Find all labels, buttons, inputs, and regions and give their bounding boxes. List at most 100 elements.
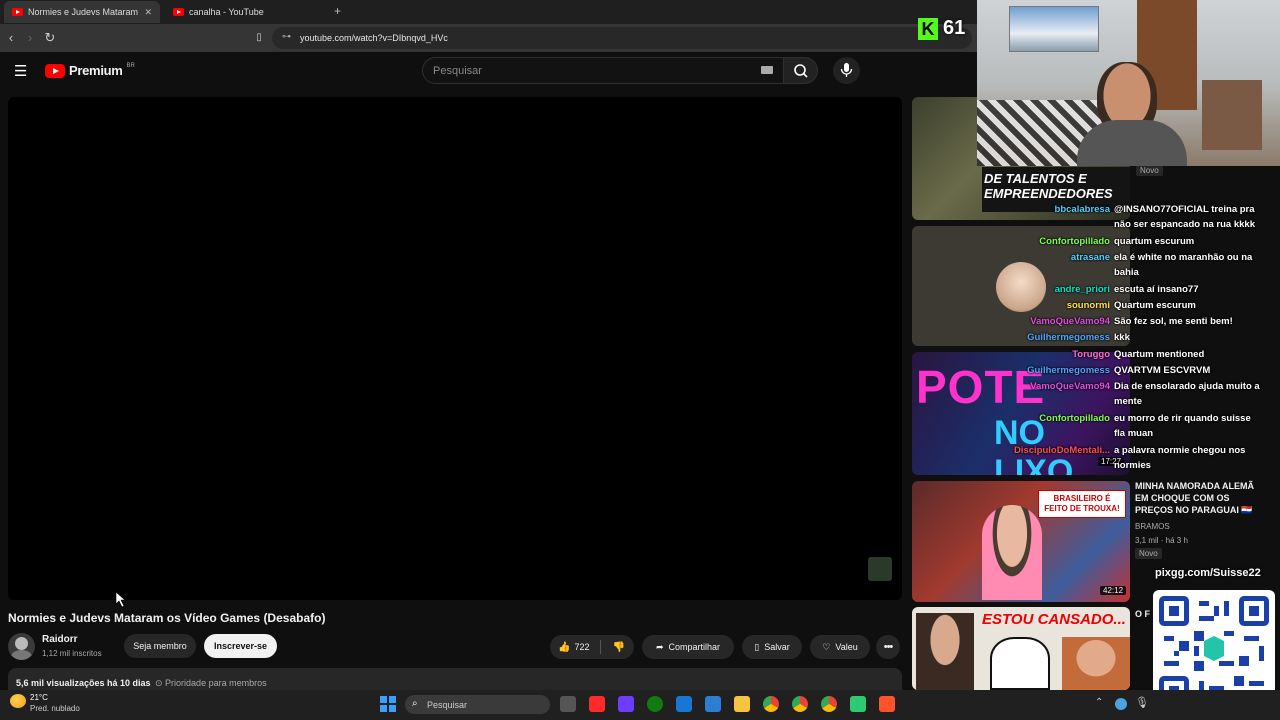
mail-app-icon[interactable]	[705, 696, 721, 712]
chat-message: Dia de ensolarado ajuda muito a mente	[1114, 381, 1260, 407]
voice-search-button[interactable]	[833, 57, 860, 84]
channel-avatar[interactable]	[8, 633, 35, 660]
tray-app-icon[interactable]	[1115, 698, 1127, 710]
search-icon: ⌕	[412, 698, 418, 709]
menu-icon[interactable]: ☰	[14, 62, 27, 80]
sidebar-video-title[interactable]: O F	[1135, 609, 1150, 619]
address-bar[interactable]: ⊶ youtube.com/watch?v=DIbnqvd_HVc	[272, 27, 972, 49]
chat-username: Confortopillado	[1039, 236, 1110, 247]
sidebar-video-meta: 3,1 mil · há 3 h	[1135, 536, 1188, 545]
join-button[interactable]: Seja membro	[124, 634, 196, 658]
sidebar-video-title[interactable]: MINHA NAMORADA ALEMÃ EM CHOQUE COM OS PR…	[1135, 480, 1260, 516]
wall-poster	[1009, 6, 1099, 52]
thumbnail-caption: ESTOU CANSADO...	[982, 611, 1126, 628]
sidebar-video-thumbnail[interactable]: BRASILEIRO É FEITO DE TROUXA! 42:12	[912, 481, 1130, 602]
like-button[interactable]: 👍 722	[558, 642, 589, 653]
tab-label: canalha - YouTube	[189, 7, 264, 17]
tab-normies[interactable]: Normies e Judevs Mataram os V ✕	[4, 1, 160, 23]
bookmark-icon[interactable]: ▯	[250, 29, 268, 47]
weather-temperature[interactable]: 21°C	[30, 693, 48, 702]
chat-message: São fez sol, me senti bem!	[1114, 316, 1233, 327]
microphone-icon	[840, 63, 853, 77]
vpn-app-icon[interactable]	[618, 696, 634, 712]
chat-app-icon[interactable]	[850, 696, 866, 712]
file-explorer-icon[interactable]	[734, 696, 750, 712]
chat-username: DiscipuloDoMentali...	[1013, 445, 1110, 456]
priority-text: Prioridade para membros	[165, 678, 267, 688]
chat-message: a palavra normie chegou nos normies	[1114, 445, 1246, 471]
save-button[interactable]: ▯ Salvar	[742, 635, 802, 659]
kick-logo-icon: K	[918, 18, 938, 40]
chat-username: VamoQueVamo94	[1030, 316, 1110, 327]
url-text: youtube.com/watch?v=DIbnqvd_HVc	[300, 33, 448, 43]
share-icon: ➦	[655, 641, 664, 652]
pix-donation-link: pixgg.com/Suisse22	[1155, 567, 1261, 579]
person-figure	[1062, 637, 1130, 690]
search-button[interactable]	[784, 57, 818, 84]
close-tab-icon[interactable]: ✕	[144, 7, 152, 18]
chrome-profile-icon[interactable]	[792, 696, 808, 712]
task-view-icon[interactable]	[560, 696, 576, 712]
search-placeholder: Pesquisar	[433, 64, 482, 77]
tray-chevron-icon[interactable]: ⌃	[1095, 697, 1103, 708]
browser-toolbar: ‹ › ↻ ▯ ⊶ youtube.com/watch?v=DIbnqvd_HV…	[0, 24, 980, 52]
thumbs-up-icon: 👍	[558, 641, 571, 653]
mouse-cursor-icon	[115, 592, 126, 608]
brave-browser-icon[interactable]	[879, 696, 895, 712]
youtube-header: ☰ Premium BR Pesquisar	[0, 52, 980, 92]
webcam-overlay	[977, 0, 1280, 166]
thumbs-down-icon: 👎	[612, 641, 625, 653]
share-button[interactable]: ➦ Compartilhar	[642, 635, 734, 659]
video-duration: 42:12	[1100, 586, 1127, 595]
share-label: Compartilhar	[668, 642, 721, 652]
brand-label: Premium	[69, 63, 123, 78]
reload-icon[interactable]: ↻	[41, 29, 59, 47]
thanks-heart-icon: ♡	[822, 641, 831, 652]
video-player[interactable]	[8, 97, 902, 600]
streamer-body	[1077, 120, 1187, 166]
weather-icon[interactable]	[10, 694, 26, 708]
chat-message: Quartum escurum	[1114, 300, 1196, 311]
upload-age: há 10 dias	[107, 678, 151, 688]
tab-canalha[interactable]: canalha - YouTube	[165, 1, 325, 23]
keyboard-icon[interactable]	[761, 66, 773, 74]
chat-message: kkk	[1114, 332, 1130, 343]
thanks-button[interactable]: ♡ Valeu	[810, 635, 870, 659]
chat-message: eu morro de rir quando suisse fla muan	[1114, 413, 1251, 439]
thumbnail-banner-text: DE TALENTOS E EMPREENDEDORES	[984, 171, 1113, 201]
chat-message: quartum escurum	[1114, 236, 1195, 247]
chat-username: sounormi	[1066, 300, 1110, 311]
chat-username: atrasane	[1070, 252, 1110, 263]
weather-condition[interactable]: Pred. nublado	[30, 704, 80, 713]
chat-username: Confortopillado	[1039, 413, 1110, 424]
tray-mic-icon[interactable]: 🎙	[1135, 696, 1149, 709]
taskbar-search-label: Pesquisar	[427, 699, 468, 710]
more-icon: •••	[883, 641, 894, 653]
channel-watermark-icon[interactable]	[868, 557, 892, 581]
description-box[interactable]: 5,6 mil visualizações há 10 dias ⊙ Prior…	[8, 668, 902, 690]
chat-username: Toruggo	[1072, 349, 1110, 360]
xbox-app-icon[interactable]	[647, 696, 663, 712]
back-icon[interactable]: ‹	[2, 29, 20, 47]
search-input[interactable]: Pesquisar	[422, 57, 784, 84]
priority-icon: ⊙	[155, 678, 166, 688]
sidebar-video-channel[interactable]: BRAMOS	[1135, 522, 1170, 531]
chrome-profile-2-icon[interactable]	[821, 696, 837, 712]
windows-start-icon[interactable]	[380, 696, 396, 712]
chrome-icon[interactable]	[763, 696, 779, 712]
sidebar-video-thumbnail[interactable]: ESTOU CANSADO...	[912, 607, 1130, 690]
channel-name[interactable]: Raidorr	[42, 634, 78, 645]
notes-app-icon[interactable]	[676, 696, 692, 712]
chat-username: Guilhermegomess	[1027, 332, 1110, 343]
youtube-app-icon[interactable]	[589, 696, 605, 712]
more-actions-button[interactable]: •••	[876, 635, 900, 659]
thumbnail-caption: BRASILEIRO É FEITO DE TROUXA!	[1038, 490, 1126, 518]
youtube-premium-logo[interactable]: Premium BR	[45, 63, 135, 78]
dislike-button[interactable]: 👎	[612, 642, 624, 653]
chat-message: QVARTVM ESCVRVM	[1114, 365, 1211, 376]
forward-icon[interactable]: ›	[21, 29, 39, 47]
new-tab-button[interactable]: +	[334, 4, 341, 18]
taskbar-search[interactable]: ⌕ Pesquisar	[405, 695, 550, 714]
subscribe-button[interactable]: Inscrever-se	[204, 634, 277, 658]
site-info-icon[interactable]: ⊶	[282, 31, 291, 42]
